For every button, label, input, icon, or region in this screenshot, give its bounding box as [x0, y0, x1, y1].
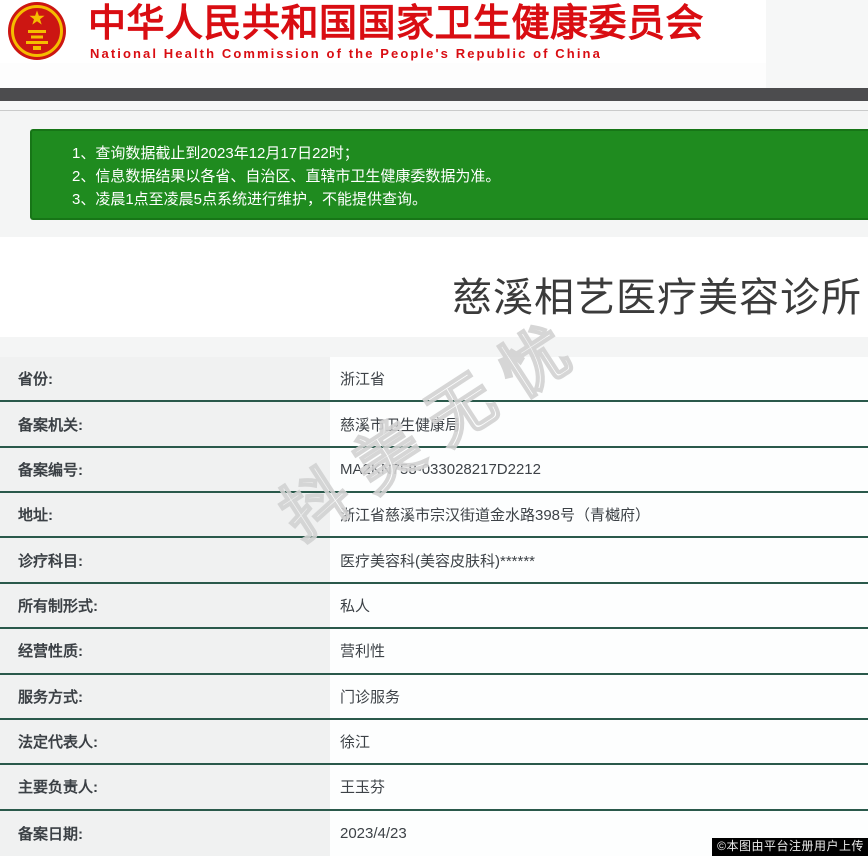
top-nav-bar [0, 88, 868, 101]
row-value: 浙江省 [330, 357, 868, 401]
row-label: 地址: [0, 493, 330, 537]
row-value: MA2KN758-033028217D2212 [330, 447, 868, 492]
row-label: 备案机关: [0, 402, 330, 446]
row-label: 经营性质: [0, 629, 330, 673]
notice-line-1: 1、查询数据截止到2023年12月17日22时； [72, 145, 359, 162]
detail-table: 省份: 浙江省 备案机关: 慈溪市卫生健康局 备案编号: MA2KN758-03… [0, 357, 868, 856]
table-row-ownership: 所有制形式: 私人 [0, 583, 868, 630]
table-row-principal: 主要负责人: 王玉芬 [0, 765, 868, 811]
notice-line-2: 2、信息数据结果以各省、自治区、直辖市卫生健康委数据为准。 [72, 168, 501, 185]
nhc-query-result-page: 中华人民共和国国家卫生健康委员会 National Health Commiss… [0, 0, 868, 856]
table-row-province: 省份: 浙江省 [0, 357, 868, 403]
row-value: 徐江 [330, 719, 868, 764]
site-title-english: National Health Commission of the People… [90, 46, 602, 61]
site-title-chinese: 中华人民共和国国家卫生健康委员会 [88, 3, 705, 45]
table-row-filing-authority: 备案机关: 慈溪市卫生健康局 [0, 402, 868, 448]
row-value: 浙江省慈溪市宗汉街道金水路398号（青樾府） [330, 493, 868, 537]
notice-line-3: 3、凌晨1点至凌晨5点系统进行维护，不能提供查询。 [72, 191, 428, 208]
row-value: 慈溪市卫生健康局 [330, 402, 868, 446]
clinic-name-title: 慈溪相艺医疗美容诊所 [452, 276, 862, 320]
row-label: 省份: [0, 357, 330, 401]
row-label: 所有制形式: [0, 583, 330, 628]
table-row-filing-number: 备案编号: MA2KN758-033028217D2212 [0, 447, 868, 494]
row-value: 医疗美容科(美容皮肤科)****** [330, 538, 868, 582]
row-label: 法定代表人: [0, 719, 330, 764]
site-header-banner[interactable]: 中华人民共和国国家卫生健康委员会 National Health Commiss… [0, 0, 766, 63]
row-label: 备案日期: [0, 810, 330, 856]
table-row-address: 地址: 浙江省慈溪市宗汉街道金水路398号（青樾府） [0, 493, 868, 539]
header-divider [0, 110, 868, 111]
table-row-legal-representative: 法定代表人: 徐江 [0, 719, 868, 766]
row-label: 诊疗科目: [0, 538, 330, 582]
table-row-departments: 诊疗科目: 医疗美容科(美容皮肤科)****** [0, 538, 868, 584]
row-value: 营利性 [330, 629, 868, 673]
row-value: 私人 [330, 583, 868, 628]
row-label: 服务方式: [0, 674, 330, 718]
table-row-service-mode: 服务方式: 门诊服务 [0, 674, 868, 720]
row-label: 备案编号: [0, 447, 330, 492]
row-label: 主要负责人: [0, 765, 330, 809]
banner-lower-white [0, 63, 766, 88]
row-value: 王玉芬 [330, 765, 868, 809]
title-band: 慈溪相艺医疗美容诊所 [0, 237, 868, 337]
image-credit-badge: ©本图由平台注册用户上传 [712, 838, 868, 856]
table-row-business-nature: 经营性质: 营利性 [0, 629, 868, 675]
notice-box: 1、查询数据截止到2023年12月17日22时； 2、信息数据结果以各省、自治区… [30, 129, 868, 220]
national-emblem-icon [8, 2, 66, 60]
row-value: 门诊服务 [330, 674, 868, 718]
